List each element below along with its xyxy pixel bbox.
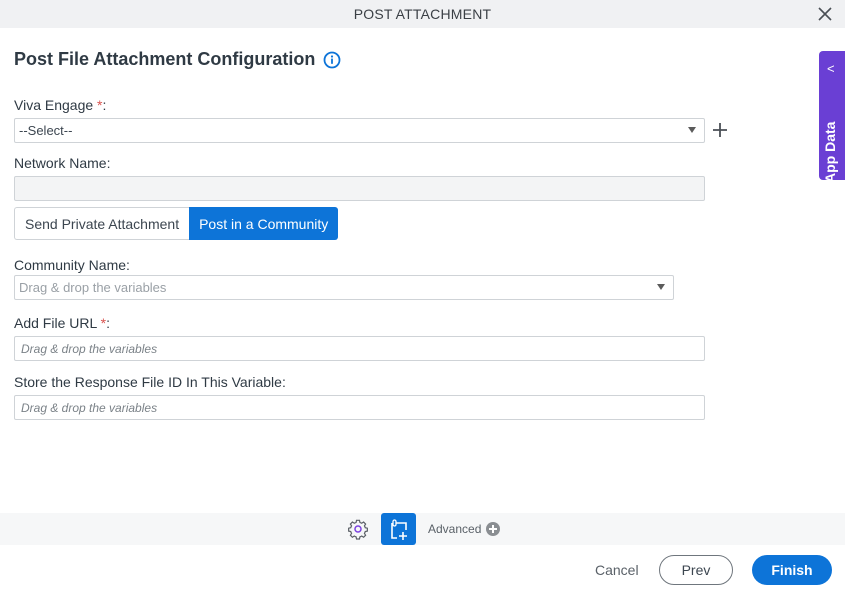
gear-icon[interactable]	[347, 518, 369, 540]
window-title: POST ATTACHMENT	[353, 6, 492, 22]
viva-engage-label-text: Viva Engage	[14, 97, 94, 113]
app-data-label: App Data	[822, 121, 838, 183]
post-in-community-option[interactable]: Post in a Community	[189, 207, 339, 240]
close-icon[interactable]	[815, 4, 835, 24]
page-heading: Post File Attachment Configuration	[14, 49, 341, 70]
app-data-panel-tab[interactable]: < App Data	[819, 51, 845, 183]
page-title: Post File Attachment Configuration	[14, 49, 316, 69]
community-name-select[interactable]: Drag & drop the variables	[14, 275, 674, 300]
send-private-attachment-option[interactable]: Send Private Attachment	[14, 207, 190, 240]
viva-engage-select[interactable]: --Select--	[14, 118, 705, 143]
mode-toggle: Send Private Attachment Post in a Commun…	[14, 207, 339, 240]
advanced-toggle[interactable]: Advanced	[428, 522, 501, 536]
label-suffix: :	[102, 97, 107, 113]
attachment-add-icon	[391, 519, 407, 540]
network-name-label: Network Name:	[14, 155, 111, 171]
network-name-input[interactable]	[14, 176, 705, 201]
community-name-label: Community Name:	[14, 257, 130, 273]
response-file-id-placeholder: Drag & drop the variables	[21, 400, 158, 415]
advanced-label: Advanced	[428, 522, 482, 536]
plus-circle-icon	[486, 522, 501, 536]
community-name-placeholder: Drag & drop the variables	[19, 280, 167, 295]
info-icon[interactable]	[323, 51, 341, 69]
chevron-down-icon	[657, 284, 665, 290]
response-file-id-label: Store the Response File ID In This Varia…	[14, 374, 286, 390]
finish-button[interactable]: Finish	[752, 555, 832, 585]
add-connection-plus-icon[interactable]	[711, 120, 729, 140]
chevron-left-icon: <	[827, 61, 835, 76]
attachment-add-button[interactable]	[381, 513, 416, 545]
file-url-input[interactable]: Drag & drop the variables	[14, 336, 705, 361]
file-url-label-text: Add File URL	[14, 315, 97, 331]
title-bar: POST ATTACHMENT	[0, 0, 845, 28]
viva-engage-selected-value: --Select--	[19, 123, 73, 138]
bottom-toolbar	[0, 513, 845, 545]
label-suffix: :	[106, 315, 110, 331]
viva-engage-label: Viva Engage *:	[14, 97, 106, 113]
cancel-button[interactable]: Cancel	[595, 562, 639, 578]
file-url-placeholder: Drag & drop the variables	[21, 341, 158, 356]
prev-button[interactable]: Prev	[659, 555, 733, 585]
chevron-down-icon	[688, 127, 696, 133]
file-url-label: Add File URL *:	[14, 315, 110, 331]
response-file-id-input[interactable]: Drag & drop the variables	[14, 395, 705, 420]
